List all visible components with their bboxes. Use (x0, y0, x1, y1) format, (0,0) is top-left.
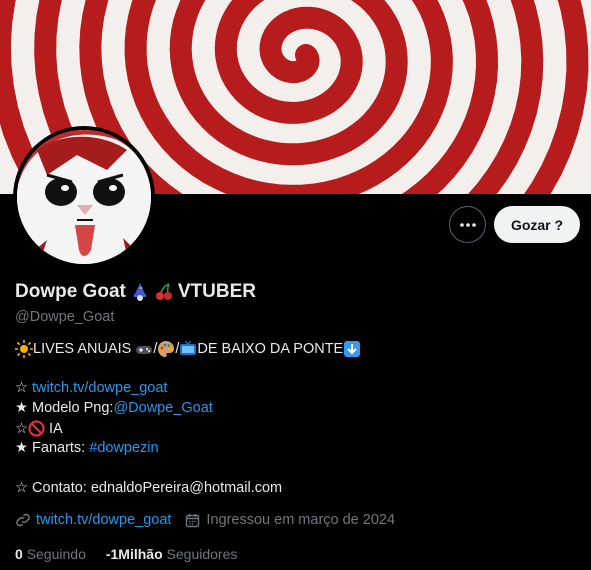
following-count: 0 (15, 546, 23, 562)
prohibited-emoji (28, 420, 45, 437)
wizard-emoji (130, 282, 150, 302)
link-icon (15, 512, 31, 528)
profile-meta: twitch.tv/dowpe_goat Ingressou em março … (15, 512, 395, 528)
bio-twitch-link[interactable]: twitch.tv/dowpe_goat (32, 380, 167, 396)
following-label: Seguindo (26, 546, 86, 562)
handle: @Dowpe_Goat (15, 309, 115, 325)
avatar[interactable] (13, 126, 155, 268)
profile-stats: 0 Seguindo -1Milhão Seguidores (15, 546, 237, 562)
more-icon (459, 222, 477, 228)
bio-line-5: ★ Fanarts: #dowpezin (15, 440, 159, 456)
more-options-button[interactable] (449, 206, 486, 243)
cherries-emoji (154, 282, 174, 302)
calendar-icon (185, 513, 200, 528)
sun-emoji (15, 340, 33, 358)
tv-emoji (179, 340, 197, 358)
display-name: Dowpe Goat VTUBER (15, 281, 256, 303)
bio-mention-link[interactable]: @Dowpe_Goat (113, 400, 212, 416)
bio-hashtag-link[interactable]: #dowpezin (89, 440, 158, 456)
avatar-image (17, 130, 151, 264)
bio-line-1: LIVES ANUAIS / / DE BAIXO DA PONTE (15, 340, 361, 358)
bio-line-4: ☆ IA (15, 420, 63, 437)
joined-date: Ingressou em março de 2024 (206, 512, 396, 528)
bio-line-2: ☆ twitch.tv/dowpe_goat (15, 380, 168, 396)
followers-link[interactable]: -1Milhão Seguidores (106, 546, 238, 562)
following-link[interactable]: 0 Seguindo (15, 546, 86, 562)
follow-button[interactable]: Gozar ? (494, 206, 580, 243)
gamepad-emoji (135, 340, 153, 358)
palette-emoji (157, 340, 175, 358)
display-name-text: Dowpe Goat (15, 281, 126, 302)
bio-line-3: ★ Modelo Png: @Dowpe_Goat (15, 400, 213, 416)
bio-line-6: ☆ Contato: ednaldoPereira@hotmail.com (15, 480, 283, 496)
website-link[interactable]: twitch.tv/dowpe_goat (36, 512, 171, 528)
followers-label: Seguidores (166, 546, 238, 562)
down-arrow-emoji (343, 340, 361, 358)
followers-count: -1Milhão (105, 546, 163, 562)
display-name-tag: VTUBER (177, 281, 256, 302)
